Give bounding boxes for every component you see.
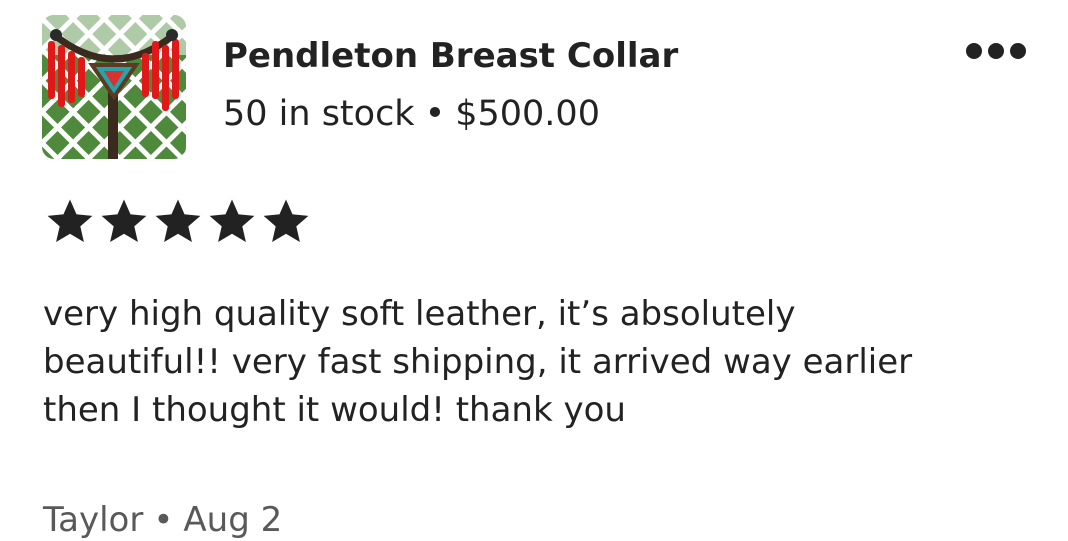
star-rating (45, 198, 311, 246)
byline-separator: • (153, 500, 174, 540)
star-icon (155, 199, 201, 243)
more-horizontal-icon (966, 43, 982, 59)
star-icon (47, 199, 93, 243)
review-line: beautiful!! very fast shipping, it arriv… (43, 342, 913, 382)
meta-separator: • (424, 94, 446, 134)
price: $500.00 (455, 94, 600, 134)
product-thumbnail[interactable] (42, 15, 186, 159)
review-byline: Taylor • Aug 2 (43, 500, 282, 540)
star-icon (263, 199, 309, 243)
product-title[interactable]: Pendleton Breast Collar (223, 36, 678, 76)
review-date: Aug 2 (183, 500, 283, 540)
star-icon (209, 199, 255, 243)
review-line: very high quality soft leather, it’s abs… (43, 294, 796, 334)
product-image-icon (42, 15, 186, 159)
star-icon (101, 199, 147, 243)
more-horizontal-icon-dot (988, 43, 1004, 59)
stock-and-price: 50 in stock • $500.00 (223, 94, 600, 134)
reviewer-name[interactable]: Taylor (43, 500, 143, 540)
more-options-button[interactable] (960, 36, 1032, 66)
review-line: then I thought it would! thank you (43, 390, 626, 430)
review-text: very high quality soft leather, it’s abs… (43, 290, 1033, 434)
stock-count: 50 in stock (223, 94, 415, 134)
more-horizontal-icon-dot (1010, 43, 1026, 59)
